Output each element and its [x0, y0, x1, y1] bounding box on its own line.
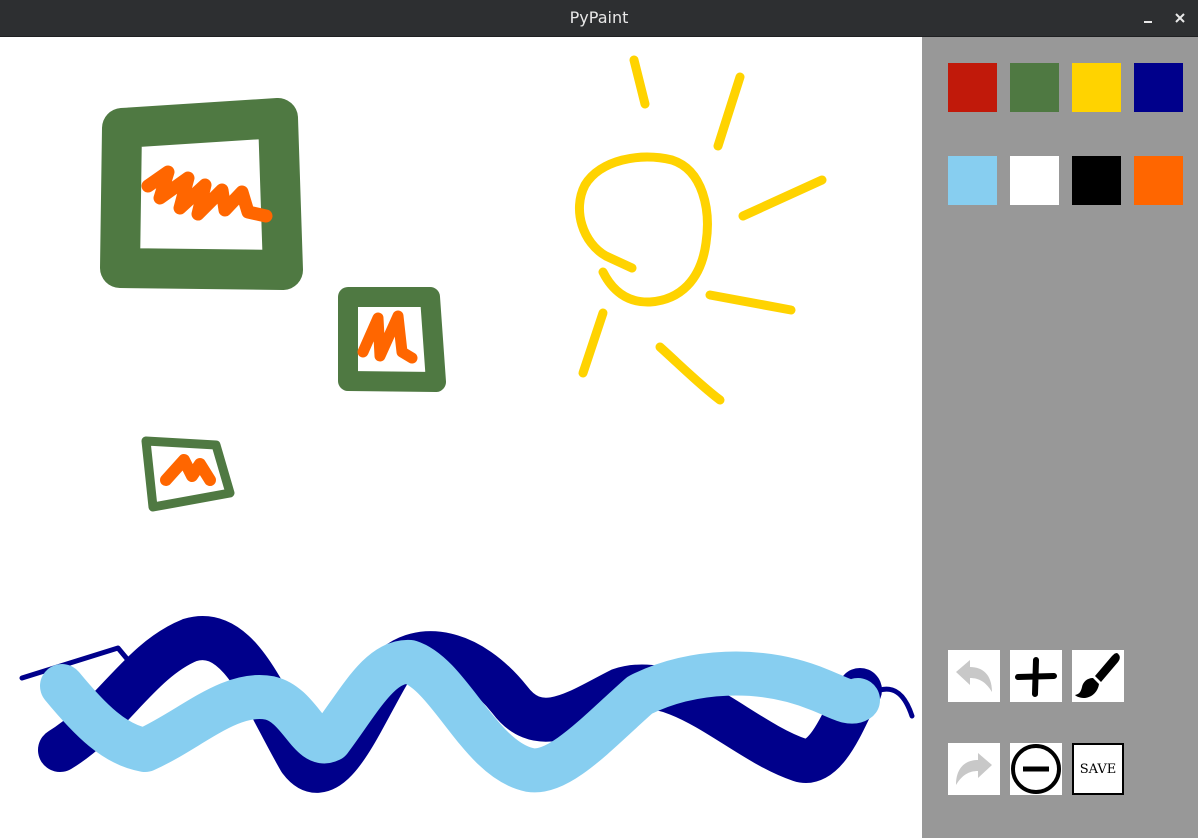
window-title: PyPaint [569, 8, 629, 27]
color-swatch-black[interactable] [1072, 156, 1121, 205]
orange-scribble-medium [357, 310, 418, 364]
undo-arrow-icon [956, 660, 992, 692]
undo-button[interactable] [948, 650, 1000, 702]
canvas-drawing [19, 55, 915, 793]
title-bar: PyPaint [0, 0, 1198, 37]
color-swatch-white[interactable] [1010, 156, 1059, 205]
save-button[interactable]: SAVE [1072, 743, 1124, 795]
plus-icon [1015, 657, 1057, 697]
color-swatch-orange[interactable] [1134, 156, 1183, 205]
paintbrush-icon [1075, 653, 1120, 698]
decrease-size-button[interactable] [1010, 743, 1062, 795]
save-button-label: SAVE [1079, 761, 1117, 777]
minimize-icon [1144, 21, 1152, 23]
close-button[interactable] [1166, 0, 1194, 36]
increase-size-button[interactable] [1010, 650, 1062, 702]
color-swatch-green[interactable] [1010, 63, 1059, 112]
tool-sidebar: SAVE [922, 37, 1198, 838]
minimize-button[interactable] [1134, 0, 1162, 36]
color-swatch-navy[interactable] [1134, 63, 1183, 112]
close-icon [1175, 13, 1185, 23]
sun-drawing [574, 55, 827, 405]
minus-circle-icon [1011, 744, 1061, 794]
color-swatch-red[interactable] [948, 63, 997, 112]
color-swatch-light-blue[interactable] [948, 156, 997, 205]
color-swatch-yellow[interactable] [1072, 63, 1121, 112]
drawing-canvas[interactable] [0, 37, 922, 838]
brush-button[interactable] [1072, 650, 1124, 702]
orange-scribble-small [160, 454, 216, 486]
redo-button[interactable] [948, 743, 1000, 795]
orange-scribble-large [141, 165, 273, 223]
redo-arrow-icon [956, 753, 992, 785]
